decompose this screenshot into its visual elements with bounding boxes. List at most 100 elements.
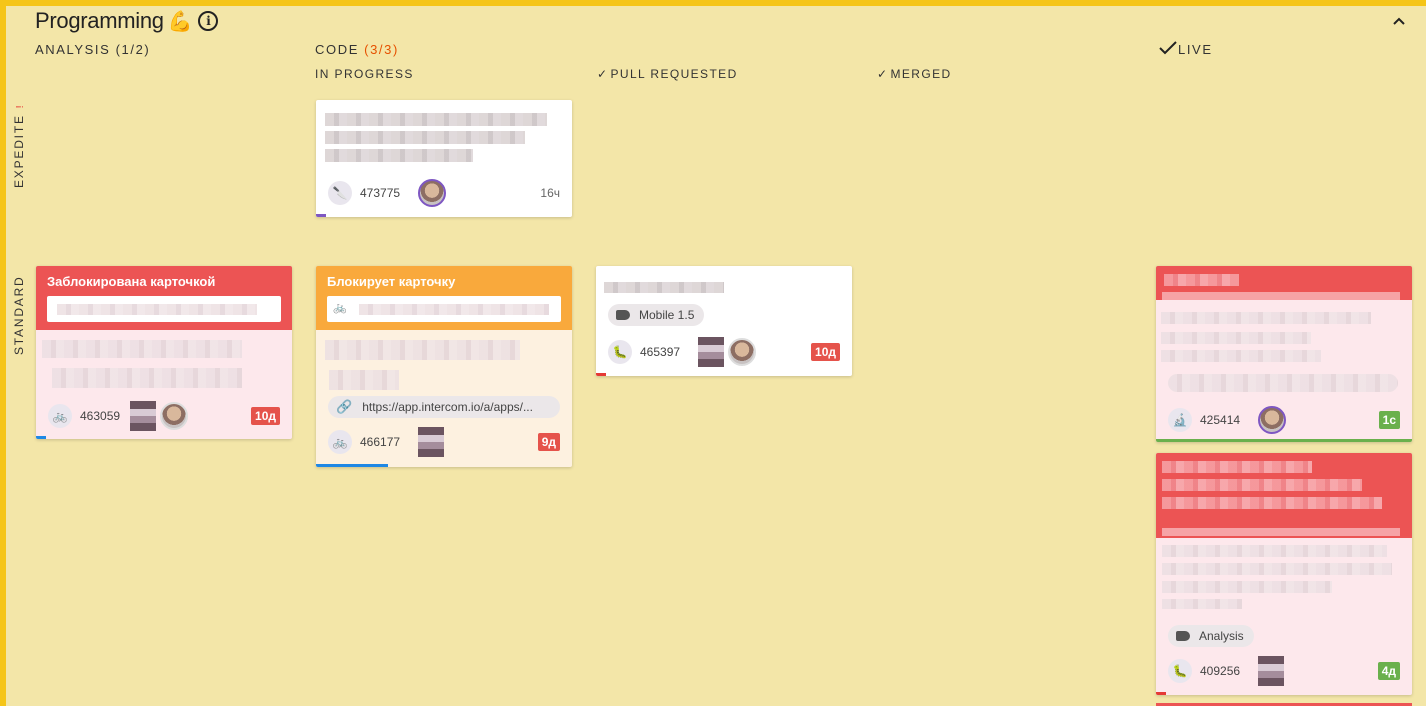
- linked-card-redacted: [359, 304, 549, 315]
- card-age-badge: 10д: [811, 343, 840, 361]
- card-466177[interactable]: Блокирует карточку 🚲 🔗 https://app.inter…: [316, 266, 572, 467]
- blocked-header: Заблокирована карточкой: [36, 266, 292, 330]
- header-redacted: [1164, 274, 1239, 286]
- card-title-redacted: [604, 282, 724, 293]
- avatar-redacted[interactable]: [698, 337, 725, 367]
- card-progress: [596, 373, 606, 376]
- card-id[interactable]: 463059: [80, 409, 120, 423]
- microscope-icon: 🔬: [1168, 408, 1192, 432]
- lane-standard: STANDARD: [12, 275, 26, 355]
- caterpillar-icon: 🐛: [1168, 659, 1192, 683]
- subcolumn-pull-requested[interactable]: ✓ PULL REQUESTED: [597, 67, 738, 81]
- lane-expedite-label: EXPEDITE: [12, 114, 26, 188]
- card-title-redacted: [325, 340, 520, 360]
- card-title-redacted: [1162, 599, 1242, 609]
- card-title-redacted: [1161, 350, 1321, 362]
- link-icon: 🔗: [336, 399, 353, 414]
- card-blocked-header: [1156, 266, 1412, 300]
- bicycle-icon: 🚲: [328, 430, 352, 454]
- subcolumn-pull-requested-label: PULL REQUESTED: [610, 67, 738, 81]
- card-footer: 🐛 409256 4д: [1168, 656, 1400, 686]
- blocking-card-link[interactable]: [47, 296, 281, 322]
- muscle-emoji-icon: 💪: [167, 10, 193, 33]
- header-redacted: [1162, 479, 1362, 491]
- info-icon[interactable]: i: [198, 11, 219, 31]
- card-425414[interactable]: 🔬 425414 1с: [1156, 266, 1412, 442]
- card-title-redacted: [1162, 563, 1392, 575]
- subcolumn-in-progress-label: IN PROGRESS: [315, 67, 414, 81]
- card-footer: 🐛 465397 10д: [608, 337, 840, 367]
- card-age-badge: 4д: [1377, 662, 1400, 680]
- card-465397[interactable]: Mobile 1.5 🐛 465397 10д: [596, 266, 852, 376]
- tag-label: Mobile 1.5: [639, 308, 695, 322]
- column-code[interactable]: CODE (3/3): [315, 42, 399, 57]
- tag-icon: [616, 310, 630, 320]
- header-redacted: [1162, 292, 1400, 300]
- card-progress: [36, 436, 46, 439]
- tag-label: Analysis: [1199, 629, 1244, 643]
- card-title-redacted: [325, 113, 547, 126]
- card-title-redacted: [329, 370, 399, 390]
- check-icon: ✓: [877, 67, 889, 81]
- column-live[interactable]: LIVE: [1158, 40, 1213, 57]
- board-top-border: [0, 0, 1426, 6]
- card-409256[interactable]: Analysis 🐛 409256 4д: [1156, 453, 1412, 695]
- bicycle-icon: 🚲: [48, 404, 72, 428]
- card-footer: 🚲 463059 10д: [48, 401, 280, 431]
- card-title-redacted: [325, 149, 473, 162]
- subcolumn-in-progress[interactable]: IN PROGRESS: [315, 67, 414, 81]
- blocked-card-link[interactable]: 🚲: [327, 296, 561, 322]
- card-progress: [316, 214, 326, 217]
- subcolumn-merged-label: MERGED: [890, 67, 952, 81]
- bicycle-icon: 🚲: [333, 302, 347, 314]
- card-footer: 🔬 425414 1с: [1168, 406, 1400, 434]
- column-analysis[interactable]: ANALYSIS (1/2): [35, 42, 150, 57]
- avatar[interactable]: [418, 179, 447, 207]
- card-id[interactable]: 466177: [360, 435, 400, 449]
- card-title-redacted: [1162, 581, 1332, 593]
- avatar[interactable]: [728, 338, 757, 366]
- tag-chip[interactable]: Analysis: [1168, 625, 1254, 647]
- card-id[interactable]: 473775: [360, 186, 400, 200]
- card-id[interactable]: 465397: [640, 345, 680, 359]
- avatar[interactable]: [160, 402, 189, 430]
- card-id[interactable]: 409256: [1200, 664, 1240, 678]
- card-id[interactable]: 425414: [1200, 413, 1240, 427]
- avatar[interactable]: [1258, 406, 1287, 434]
- avatar-redacted[interactable]: [1258, 656, 1285, 686]
- card-age-badge: 10д: [251, 407, 280, 425]
- card-footer: 🔪 473775 16ч: [328, 179, 560, 207]
- card-title-redacted: [1161, 312, 1371, 324]
- card-age: 16ч: [540, 186, 560, 200]
- lane-standard-label: STANDARD: [12, 275, 26, 355]
- avatar-redacted[interactable]: [418, 427, 445, 457]
- blocking-header: Блокирует карточку 🚲: [316, 266, 572, 330]
- column-code-count: (3/3): [364, 42, 399, 57]
- card-463059[interactable]: Заблокирована карточкой 🚲 463059 10д: [36, 266, 292, 439]
- column-code-label: CODE: [315, 42, 365, 57]
- tag-icon: [1176, 631, 1190, 641]
- header-redacted: [1162, 528, 1400, 536]
- tag-chip[interactable]: Mobile 1.5: [608, 304, 705, 326]
- header-redacted: [1162, 497, 1382, 509]
- column-analysis-label: ANALYSIS (1/2): [35, 42, 151, 57]
- external-link-chip[interactable]: 🔗 https://app.intercom.io/a/apps/...: [328, 396, 560, 418]
- avatar-redacted[interactable]: [130, 401, 157, 431]
- card-progress: [316, 464, 388, 467]
- board-title: Programming 💪 i: [35, 8, 219, 34]
- card-age-badge: 1с: [1378, 411, 1400, 429]
- check-icon: [1159, 41, 1177, 55]
- board-left-border: [0, 0, 6, 706]
- card-title-redacted: [1162, 545, 1387, 557]
- subcolumn-merged[interactable]: ✓ MERGED: [877, 67, 952, 81]
- check-icon: ✓: [597, 67, 609, 81]
- blocked-header-label: Заблокирована карточкой: [47, 274, 216, 289]
- column-live-label: LIVE: [1178, 42, 1213, 57]
- collapse-chevron-up-icon[interactable]: [1390, 12, 1408, 30]
- card-title-redacted: [1161, 332, 1311, 344]
- card-blocked-header: [1156, 453, 1412, 538]
- linked-card-redacted: [57, 304, 257, 315]
- card-473775[interactable]: 🔪 473775 16ч: [316, 100, 572, 217]
- blocking-header-label: Блокирует карточку: [327, 274, 456, 289]
- card-title-redacted: [42, 340, 242, 358]
